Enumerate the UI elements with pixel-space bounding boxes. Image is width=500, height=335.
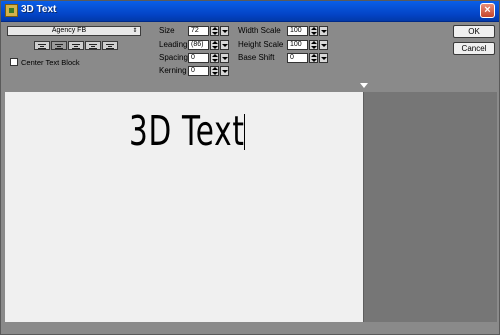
align-justify-icon	[89, 44, 97, 45]
side-pane	[363, 92, 497, 322]
updown-arrow-icon: ⇕	[132, 28, 138, 34]
base-shift-field[interactable]: 0	[287, 53, 308, 63]
height-scale-dropdown[interactable]	[319, 40, 328, 50]
base-shift-dropdown[interactable]	[319, 53, 328, 63]
align-center-button[interactable]	[51, 41, 67, 50]
width-scale-field[interactable]: 100	[287, 26, 308, 36]
alignment-buttons	[34, 41, 118, 50]
width-scale-value: 100	[290, 27, 302, 34]
spacing-label: Spacing	[159, 53, 188, 62]
spacing-dropdown[interactable]	[220, 53, 229, 63]
close-button[interactable]: ×	[480, 3, 495, 18]
align-full-button[interactable]	[102, 41, 118, 50]
align-right-icon	[72, 44, 80, 45]
font-dropdown[interactable]: Agency FB ⇕	[7, 26, 141, 36]
base-shift-spinner[interactable]	[309, 53, 318, 63]
preview-text[interactable]: 3D Text	[129, 106, 245, 156]
height-scale-value: 100	[290, 41, 302, 48]
width-scale-dropdown[interactable]	[319, 26, 328, 36]
kerning-value: 0	[191, 67, 195, 74]
preview-canvas[interactable]: 3D Text	[5, 92, 363, 322]
window-title: 3D Text	[21, 4, 57, 15]
align-justify-button[interactable]	[85, 41, 101, 50]
bottom-bar	[2, 322, 499, 334]
size-label: Size	[159, 26, 175, 35]
leading-spinner[interactable]	[210, 40, 219, 50]
base-shift-value: 0	[290, 54, 294, 61]
spacing-value: 0	[191, 54, 195, 61]
align-left-icon	[38, 44, 46, 45]
leading-dropdown[interactable]	[220, 40, 229, 50]
kerning-label: Kerning	[159, 66, 187, 75]
align-center-icon	[55, 44, 63, 45]
leading-label: Leading	[159, 40, 188, 49]
size-value: 72	[191, 27, 199, 34]
width-scale-label: Width Scale	[238, 26, 281, 35]
cancel-button[interactable]: Cancel	[453, 42, 495, 55]
center-text-block-label: Center Text Block	[21, 57, 80, 67]
kerning-dropdown[interactable]	[220, 66, 229, 76]
spacing-field[interactable]: 0	[188, 53, 209, 63]
spacing-spinner[interactable]	[210, 53, 219, 63]
center-text-block-checkbox[interactable]	[10, 58, 18, 66]
align-full-icon	[106, 44, 114, 45]
title-bar[interactable]: 3D Text ×	[1, 1, 499, 22]
height-scale-spinner[interactable]	[309, 40, 318, 50]
center-text-block-row: Center Text Block	[10, 57, 80, 67]
height-scale-label: Height Scale	[238, 40, 284, 49]
kerning-field[interactable]: 0	[188, 66, 209, 76]
font-dropdown-value: Agency FB	[51, 27, 87, 34]
dialog-window: 3D Text × Agency FB ⇕ Center Text Block …	[0, 0, 500, 335]
base-shift-label: Base Shift	[238, 53, 275, 62]
align-left-button[interactable]	[34, 41, 50, 50]
splitter-handle-icon[interactable]	[360, 83, 368, 88]
height-scale-field[interactable]: 100	[287, 40, 308, 50]
size-spinner[interactable]	[210, 26, 219, 36]
leading-field[interactable]: (86)	[188, 40, 209, 50]
size-field[interactable]: 72	[188, 26, 209, 36]
ok-button[interactable]: OK	[453, 25, 495, 38]
text-caret	[244, 114, 245, 150]
width-scale-spinner[interactable]	[309, 26, 318, 36]
leading-value: (86)	[191, 41, 204, 48]
align-right-button[interactable]	[68, 41, 84, 50]
size-dropdown[interactable]	[220, 26, 229, 36]
kerning-spinner[interactable]	[210, 66, 219, 76]
app-icon	[5, 4, 18, 17]
